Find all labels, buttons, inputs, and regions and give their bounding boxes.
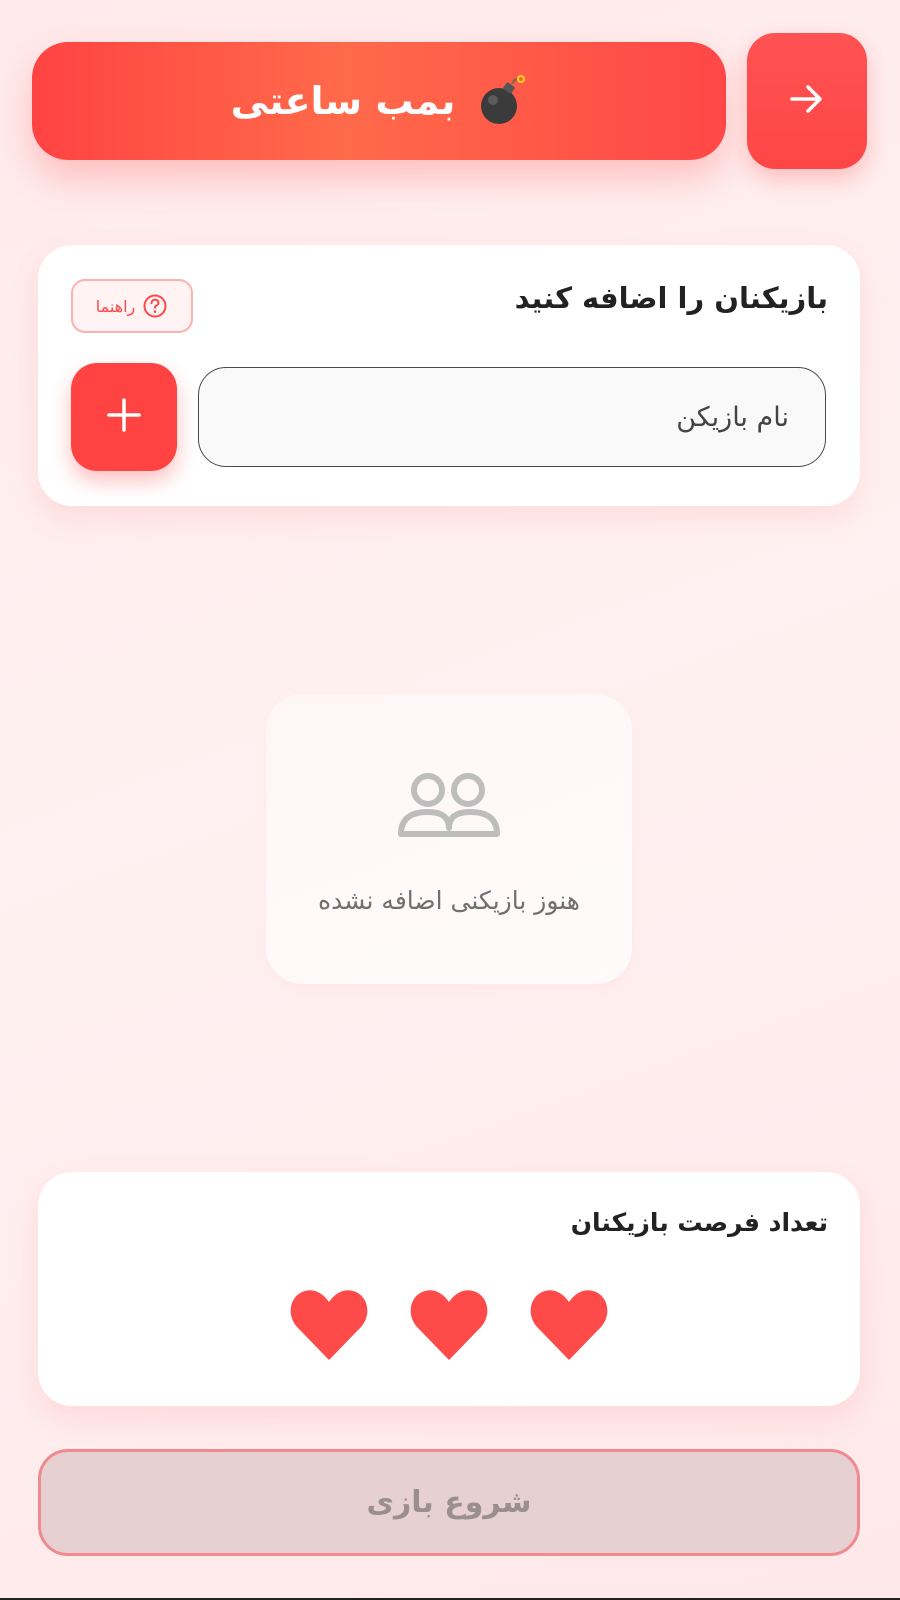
lives-card: تعداد فرصت بازیکنان: [38, 1172, 860, 1406]
heart-icon[interactable]: [290, 1286, 368, 1362]
back-button[interactable]: [747, 33, 867, 169]
start-game-button[interactable]: شروع بازی: [38, 1449, 860, 1556]
player-name-input[interactable]: [198, 367, 826, 467]
app-screen: بمب ساعتی بازیکنان را اضافه کنید راهنما: [0, 0, 900, 1600]
help-button[interactable]: راهنما: [71, 279, 193, 333]
heart-icon[interactable]: [410, 1286, 488, 1362]
empty-players-state: هنوز بازیکنی اضافه نشده: [266, 694, 632, 984]
page-title: بمب ساعتی: [230, 79, 456, 123]
empty-players-text: هنوز بازیکنی اضافه نشده: [318, 886, 580, 915]
add-players-card: بازیکنان را اضافه کنید راهنما: [38, 245, 860, 506]
lives-title: تعداد فرصت بازیکنان: [570, 1208, 828, 1237]
users-icon: [397, 770, 501, 844]
help-label: راهنما: [95, 296, 136, 316]
add-players-title: بازیکنان را اضافه کنید: [514, 281, 828, 315]
heart-icon[interactable]: [530, 1286, 608, 1362]
bomb-icon: [477, 74, 527, 128]
lives-selector: [38, 1286, 860, 1362]
header-title-bar: بمب ساعتی: [32, 42, 726, 160]
plus-icon: [104, 395, 144, 439]
add-player-button[interactable]: [71, 363, 177, 471]
question-circle-icon: [142, 293, 168, 319]
arrow-right-icon: [787, 79, 827, 123]
